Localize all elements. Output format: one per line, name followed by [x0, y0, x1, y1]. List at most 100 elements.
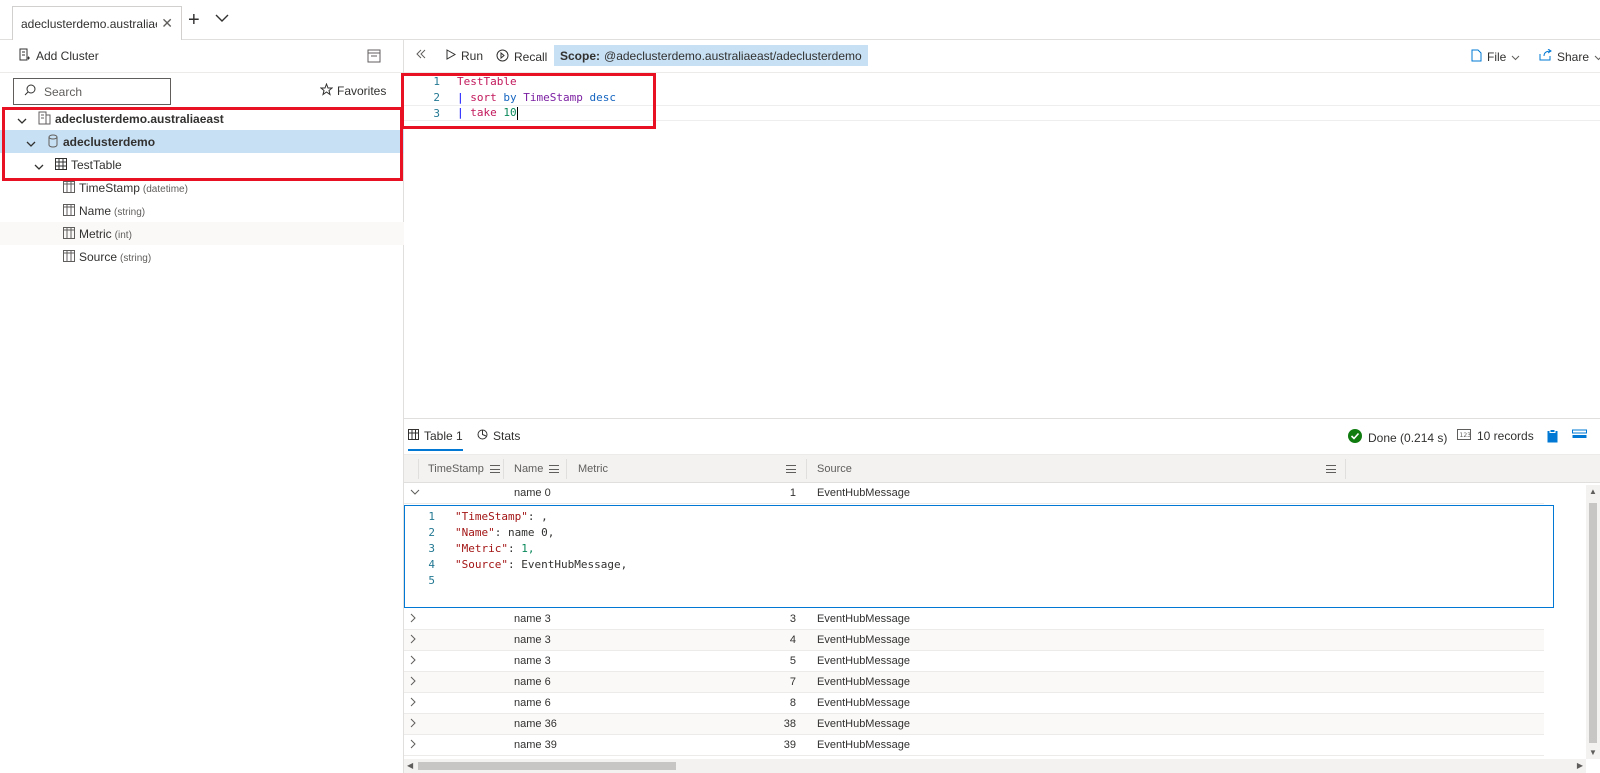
vertical-scrollbar[interactable]: ▲ ▼	[1586, 485, 1600, 759]
chevron-down-icon[interactable]	[17, 114, 27, 128]
column-name: Name	[79, 203, 112, 218]
search-input[interactable]: Search	[13, 78, 171, 105]
tab-table-1[interactable]: Table 1	[408, 429, 463, 451]
tab-list-chevron-icon[interactable]	[215, 12, 229, 26]
scroll-up-icon[interactable]: ▲	[1589, 487, 1597, 496]
table-row[interactable]: name 36 38 EventHubMessage	[404, 714, 1544, 735]
close-tab-icon[interactable]: ✕	[161, 15, 173, 32]
collapse-pane-icon[interactable]	[367, 49, 381, 66]
tree-item-cluster[interactable]: adeclusterdemo.australiaeast	[0, 107, 404, 130]
tab-label: Stats	[493, 429, 521, 443]
tree-item-column[interactable]: TimeStamp (datetime)	[0, 176, 404, 199]
column-header[interactable]: Metric	[578, 463, 608, 475]
table-row-expanded[interactable]: name 0 1 EventHubMessage	[404, 483, 1544, 504]
chevron-right-icon[interactable]	[410, 739, 417, 752]
chevron-right-icon[interactable]	[410, 613, 417, 626]
json-key: "Metric"	[455, 542, 508, 555]
table-row[interactable]: name 39 39 EventHubMessage	[404, 735, 1544, 756]
column-menu-icon[interactable]	[1326, 465, 1336, 473]
code-token: TimeStamp	[523, 90, 583, 104]
chevron-down-icon[interactable]	[26, 137, 36, 151]
search-placeholder: Search	[44, 84, 83, 99]
query-editor[interactable]: 1 TestTable 2 | sort by TimeStamp desc 3…	[404, 73, 1600, 418]
favorites-button[interactable]: Favorites	[319, 82, 387, 99]
scroll-down-icon[interactable]: ▼	[1589, 748, 1597, 757]
browser-tab[interactable]: adeclusterdemo.australiaea ✕	[12, 6, 182, 40]
query-area: Run Recall Scope: @adeclusterdemo.austra…	[401, 40, 1600, 773]
column-header[interactable]: Name	[514, 463, 560, 475]
new-tab-icon[interactable]: +	[188, 9, 200, 32]
code-token: |	[457, 90, 464, 104]
file-label: File	[1487, 50, 1507, 64]
column-icon	[63, 204, 75, 219]
column-menu-icon[interactable]	[786, 465, 796, 473]
favorites-label: Favorites	[337, 84, 387, 98]
run-label: Run	[461, 49, 484, 63]
scrollbar-thumb[interactable]	[418, 762, 676, 770]
clipboard-icon[interactable]	[1547, 429, 1558, 443]
table-row[interactable]: name 3 5 EventHubMessage	[404, 651, 1544, 672]
table-row[interactable]: name 3 4 EventHubMessage	[404, 630, 1544, 651]
horizontal-scrollbar[interactable]: ◀ ▶	[404, 759, 1586, 773]
tree-item-table[interactable]: TestTable	[0, 153, 404, 176]
table-row[interactable]: name 6 8 EventHubMessage	[404, 693, 1544, 714]
column-menu-icon[interactable]	[489, 465, 500, 473]
tab-stats[interactable]: Stats	[477, 429, 520, 443]
code-token: sort	[470, 90, 497, 104]
table-row[interactable]: name 6 7 EventHubMessage	[404, 672, 1544, 693]
column-menu-icon[interactable]	[549, 465, 560, 473]
column-header-label: Source	[817, 463, 852, 475]
code-line: 2 | sort by TimeStamp desc	[404, 89, 1600, 105]
line-number: 1	[428, 510, 435, 523]
cell-metric: 7	[789, 676, 796, 688]
json-key: "Source"	[455, 558, 508, 571]
scroll-right-icon[interactable]: ▶	[1577, 761, 1583, 770]
cell-name: name 36	[514, 718, 557, 730]
column-header-label: Name	[514, 463, 544, 475]
tree-item-database[interactable]: adeclusterdemo	[0, 130, 404, 153]
cell-metric: 4	[789, 634, 796, 646]
json-value: EventHubMessage,	[521, 558, 628, 571]
column-name: TimeStamp	[79, 180, 140, 195]
column-icon	[63, 250, 75, 265]
cell-source: EventHubMessage	[817, 697, 910, 709]
scroll-left-icon[interactable]: ◀	[407, 761, 413, 770]
chevron-right-icon[interactable]	[410, 676, 417, 689]
scrollbar-thumb[interactable]	[1589, 503, 1597, 743]
chevron-down-icon[interactable]	[34, 160, 44, 174]
table-row[interactable]: name 3 3 EventHubMessage	[404, 609, 1544, 630]
cell-metric: 39	[783, 739, 796, 751]
run-button[interactable]: Run	[446, 49, 483, 63]
column-header-label: Metric	[578, 463, 608, 475]
chevron-right-icon[interactable]	[410, 697, 417, 710]
tree-item-column[interactable]: Source (string)	[0, 245, 404, 268]
line-number: 3	[428, 542, 435, 555]
editor-toolbar: Run Recall Scope: @adeclusterdemo.austra…	[404, 40, 1600, 73]
share-menu-button[interactable]: Share	[1539, 48, 1600, 64]
layout-icon[interactable]	[1572, 429, 1588, 441]
line-number: 3	[433, 106, 440, 120]
tree-item-column[interactable]: Name (string)	[0, 199, 404, 222]
file-menu-button[interactable]: File	[1471, 49, 1520, 65]
chevron-right-icon[interactable]	[410, 634, 417, 647]
chevron-right-icon[interactable]	[410, 718, 417, 731]
chevron-down-icon[interactable]	[410, 487, 420, 499]
chevron-right-icon[interactable]	[410, 655, 417, 668]
connection-toolbar: Add Cluster	[0, 40, 403, 73]
connection-pane: Add Cluster Search Favorites adeclusterd…	[0, 40, 404, 773]
tab-label: Table 1	[424, 429, 463, 443]
connection-tree: adeclusterdemo.australiaeast adeclusterd…	[0, 107, 404, 268]
collapse-left-icon[interactable]	[416, 49, 426, 59]
column-header[interactable]: TimeStamp	[428, 463, 500, 475]
column-name: Source	[79, 249, 118, 264]
tree-item-column[interactable]: Metric (int)	[0, 222, 404, 245]
cell-name: name 6	[514, 697, 551, 709]
json-sep: :	[507, 542, 522, 555]
recall-button[interactable]: Recall	[496, 49, 547, 65]
share-icon	[1539, 48, 1552, 64]
table-icon	[55, 158, 67, 173]
add-cluster-button[interactable]: Add Cluster	[18, 48, 99, 65]
stats-icon	[477, 429, 488, 443]
scope-badge[interactable]: Scope: @adeclusterdemo.australiaeast/ade…	[554, 45, 868, 66]
column-header[interactable]: Source	[817, 463, 852, 475]
